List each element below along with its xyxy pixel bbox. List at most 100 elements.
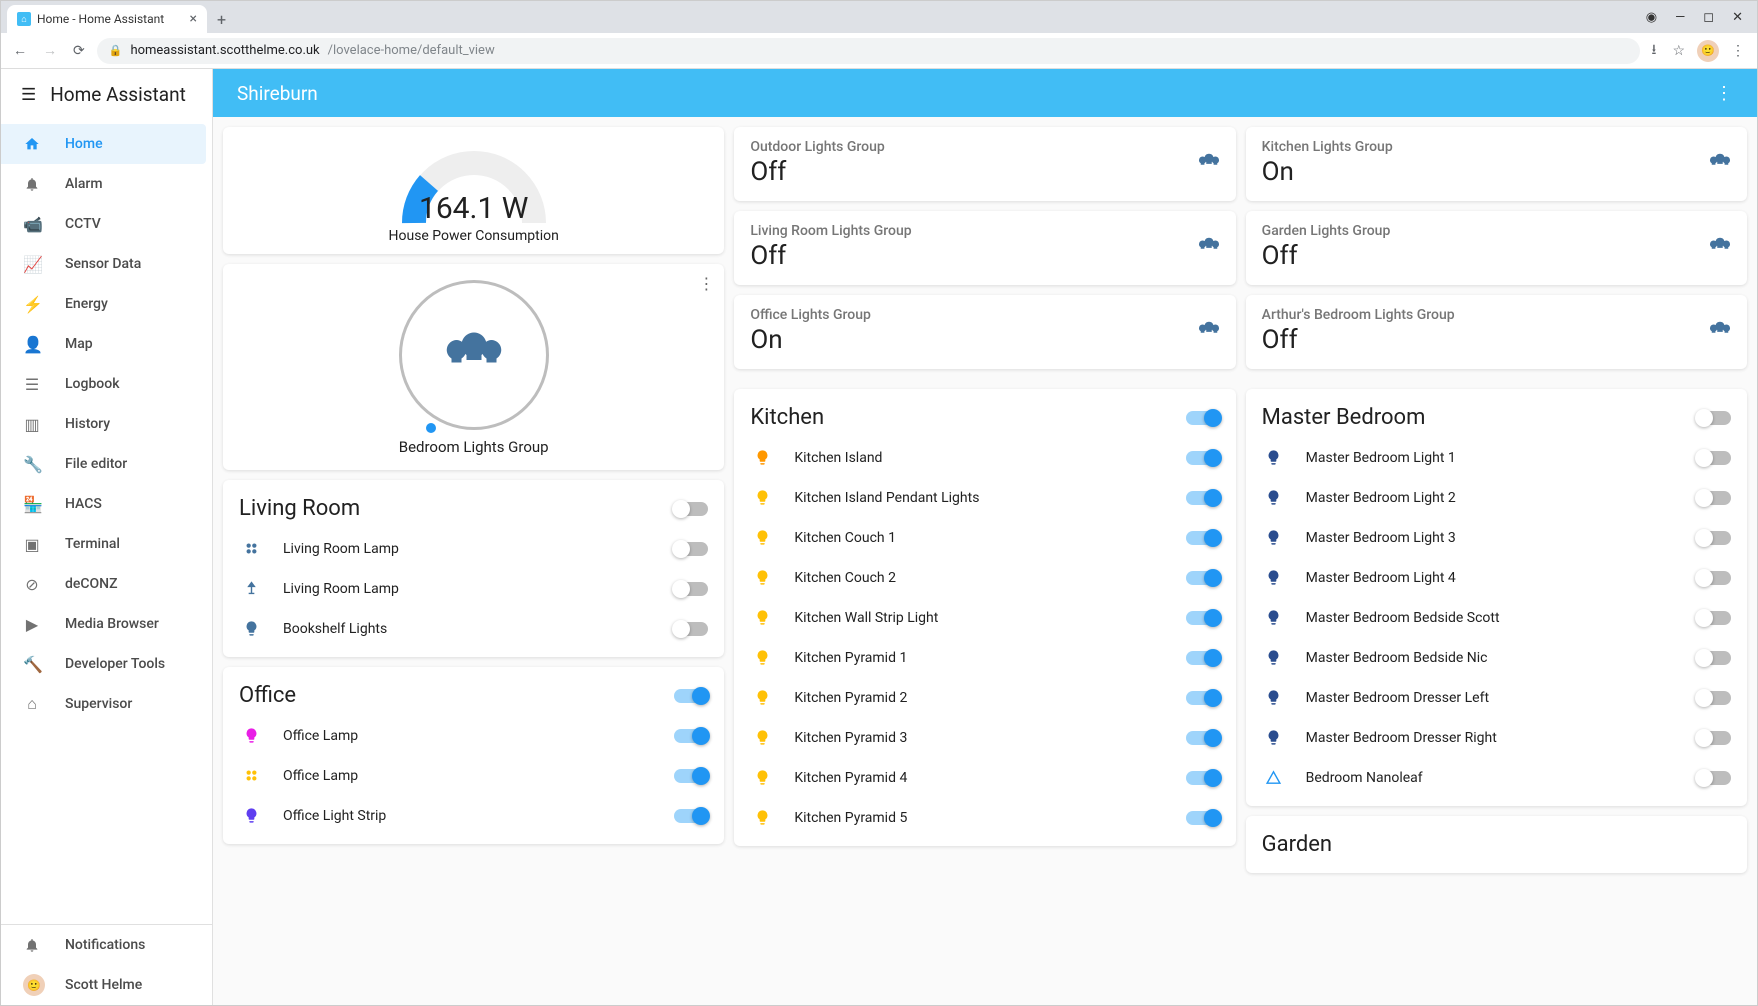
sidebar-item-terminal[interactable]: ▣Terminal (1, 524, 212, 564)
reload-button[interactable]: ⟳ (69, 39, 89, 63)
entity-toggle[interactable] (1186, 691, 1220, 705)
sidebar-item-energy[interactable]: ⚡Energy (1, 284, 212, 324)
entity-toggle[interactable] (1697, 771, 1731, 785)
entity-label[interactable]: Office Light Strip (283, 808, 652, 824)
bulb-icon[interactable] (752, 648, 772, 668)
sidebar-item-supervisor[interactable]: ⌂Supervisor (1, 684, 212, 724)
entity-toggle[interactable] (674, 769, 708, 783)
entity-label[interactable]: Master Bedroom Light 4 (1306, 570, 1675, 586)
entity-label[interactable]: Office Lamp (283, 728, 652, 744)
sidebar-item-file-editor[interactable]: 🔧File editor (1, 444, 212, 484)
bulb-icon[interactable] (241, 806, 261, 826)
entity-label[interactable]: Master Bedroom Bedside Scott (1306, 610, 1675, 626)
entity-label[interactable]: Bookshelf Lights (283, 621, 652, 637)
entity-label[interactable]: Kitchen Pyramid 1 (794, 650, 1163, 666)
group-toggle[interactable] (674, 502, 708, 516)
entity-toggle[interactable] (1697, 611, 1731, 625)
group-toggle[interactable] (1186, 411, 1220, 425)
sidebar-item-map[interactable]: 👤Map (1, 324, 212, 364)
entity-toggle[interactable] (1697, 731, 1731, 745)
entity-label[interactable]: Living Room Lamp (283, 581, 652, 597)
entity-toggle[interactable] (1186, 731, 1220, 745)
entity-toggle[interactable] (1697, 531, 1731, 545)
sidebar-item-developer-tools[interactable]: 🔨Developer Tools (1, 644, 212, 684)
browser-menu-icon[interactable]: ⋮ (1727, 39, 1749, 63)
sidebar-item-media-browser[interactable]: ▶Media Browser (1, 604, 212, 644)
bulb-icon[interactable] (1264, 728, 1284, 748)
bulb-icon[interactable] (1264, 688, 1284, 708)
light-ring[interactable] (399, 280, 549, 430)
sidebar-item-history[interactable]: ▥History (1, 404, 212, 444)
bulb-icon[interactable] (241, 726, 261, 746)
window-close[interactable]: ✕ (1732, 10, 1743, 25)
bulb-icon[interactable] (752, 528, 772, 548)
bulb-icon[interactable] (752, 768, 772, 788)
group-card[interactable]: Living Room Lights GroupOff (734, 211, 1235, 285)
group-toggle[interactable] (674, 689, 708, 703)
entity-label[interactable]: Kitchen Pyramid 2 (794, 690, 1163, 706)
card-menu-icon[interactable]: ⋮ (698, 274, 714, 293)
sidebar-item-sensor-data[interactable]: 📈Sensor Data (1, 244, 212, 284)
entity-toggle[interactable] (1697, 451, 1731, 465)
group-card[interactable]: Arthur's Bedroom Lights GroupOff (1246, 295, 1747, 369)
bulb-icon[interactable] (752, 568, 772, 588)
entity-label[interactable]: Master Bedroom Bedside Nic (1306, 650, 1675, 666)
bulb-icon[interactable] (752, 808, 772, 828)
bulb-icon[interactable] (1264, 488, 1284, 508)
group-card[interactable]: Kitchen Lights GroupOn (1246, 127, 1747, 201)
group-card[interactable]: Garden Lights GroupOff (1246, 211, 1747, 285)
entity-label[interactable]: Office Lamp (283, 768, 652, 784)
entity-toggle[interactable] (674, 622, 708, 636)
sidebar-item-scott-helme[interactable]: 🙂Scott Helme (1, 965, 212, 1005)
entity-label[interactable]: Living Room Lamp (283, 541, 652, 557)
sidebar-item-cctv[interactable]: 📹CCTV (1, 204, 212, 244)
entity-toggle[interactable] (1186, 451, 1220, 465)
entity-label[interactable]: Master Bedroom Dresser Left (1306, 690, 1675, 706)
entity-label[interactable]: Master Bedroom Light 3 (1306, 530, 1675, 546)
new-tab-button[interactable]: + (207, 6, 236, 33)
entity-label[interactable]: Kitchen Pyramid 5 (794, 810, 1163, 826)
entity-toggle[interactable] (1697, 571, 1731, 585)
topbar-menu-icon[interactable]: ⋮ (1715, 83, 1733, 104)
entity-toggle[interactable] (674, 729, 708, 743)
sidebar-item-logbook[interactable]: ☰Logbook (1, 364, 212, 404)
profile-avatar[interactable]: 🙂 (1697, 40, 1719, 62)
entity-toggle[interactable] (674, 582, 708, 596)
entity-toggle[interactable] (1186, 531, 1220, 545)
entity-toggle[interactable] (1697, 691, 1731, 705)
entity-label[interactable]: Master Bedroom Light 1 (1306, 450, 1675, 466)
entity-label[interactable]: Master Bedroom Dresser Right (1306, 730, 1675, 746)
lamp-icon[interactable] (241, 579, 261, 599)
dots-icon[interactable] (241, 539, 261, 559)
sidebar-item-alarm[interactable]: Alarm (1, 164, 212, 204)
sidebar-item-hacs[interactable]: 🏪HACS (1, 484, 212, 524)
entity-toggle[interactable] (1186, 771, 1220, 785)
entity-toggle[interactable] (1186, 571, 1220, 585)
triangle-icon[interactable] (1264, 768, 1284, 788)
sidebar-item-deconz[interactable]: ⊘deCONZ (1, 564, 212, 604)
entity-label[interactable]: Kitchen Couch 2 (794, 570, 1163, 586)
tab-close-icon[interactable]: × (190, 11, 197, 27)
install-app-icon[interactable]: ⭳ (1648, 35, 1661, 67)
hamburger-icon[interactable]: ☰ (21, 85, 36, 105)
entity-toggle[interactable] (674, 542, 708, 556)
bulb-icon[interactable] (752, 728, 772, 748)
entity-label[interactable]: Kitchen Couch 1 (794, 530, 1163, 546)
group-card[interactable]: Outdoor Lights GroupOff (734, 127, 1235, 201)
bulb-icon[interactable] (752, 488, 772, 508)
entity-toggle[interactable] (1186, 611, 1220, 625)
entity-toggle[interactable] (1697, 491, 1731, 505)
group-toggle[interactable] (1697, 411, 1731, 425)
sidebar-item-notifications[interactable]: Notifications (1, 925, 212, 965)
back-button[interactable]: ← (9, 38, 31, 63)
dots-icon[interactable] (241, 766, 261, 786)
bulb-icon[interactable] (752, 448, 772, 468)
entity-toggle[interactable] (1186, 651, 1220, 665)
bulb-icon[interactable] (1264, 528, 1284, 548)
bulb-icon[interactable] (1264, 448, 1284, 468)
bulb-icon[interactable] (1264, 568, 1284, 588)
bulb-icon[interactable] (752, 688, 772, 708)
entity-label[interactable]: Kitchen Island (794, 450, 1163, 466)
entity-toggle[interactable] (1697, 651, 1731, 665)
entity-label[interactable]: Bedroom Nanoleaf (1306, 770, 1675, 786)
